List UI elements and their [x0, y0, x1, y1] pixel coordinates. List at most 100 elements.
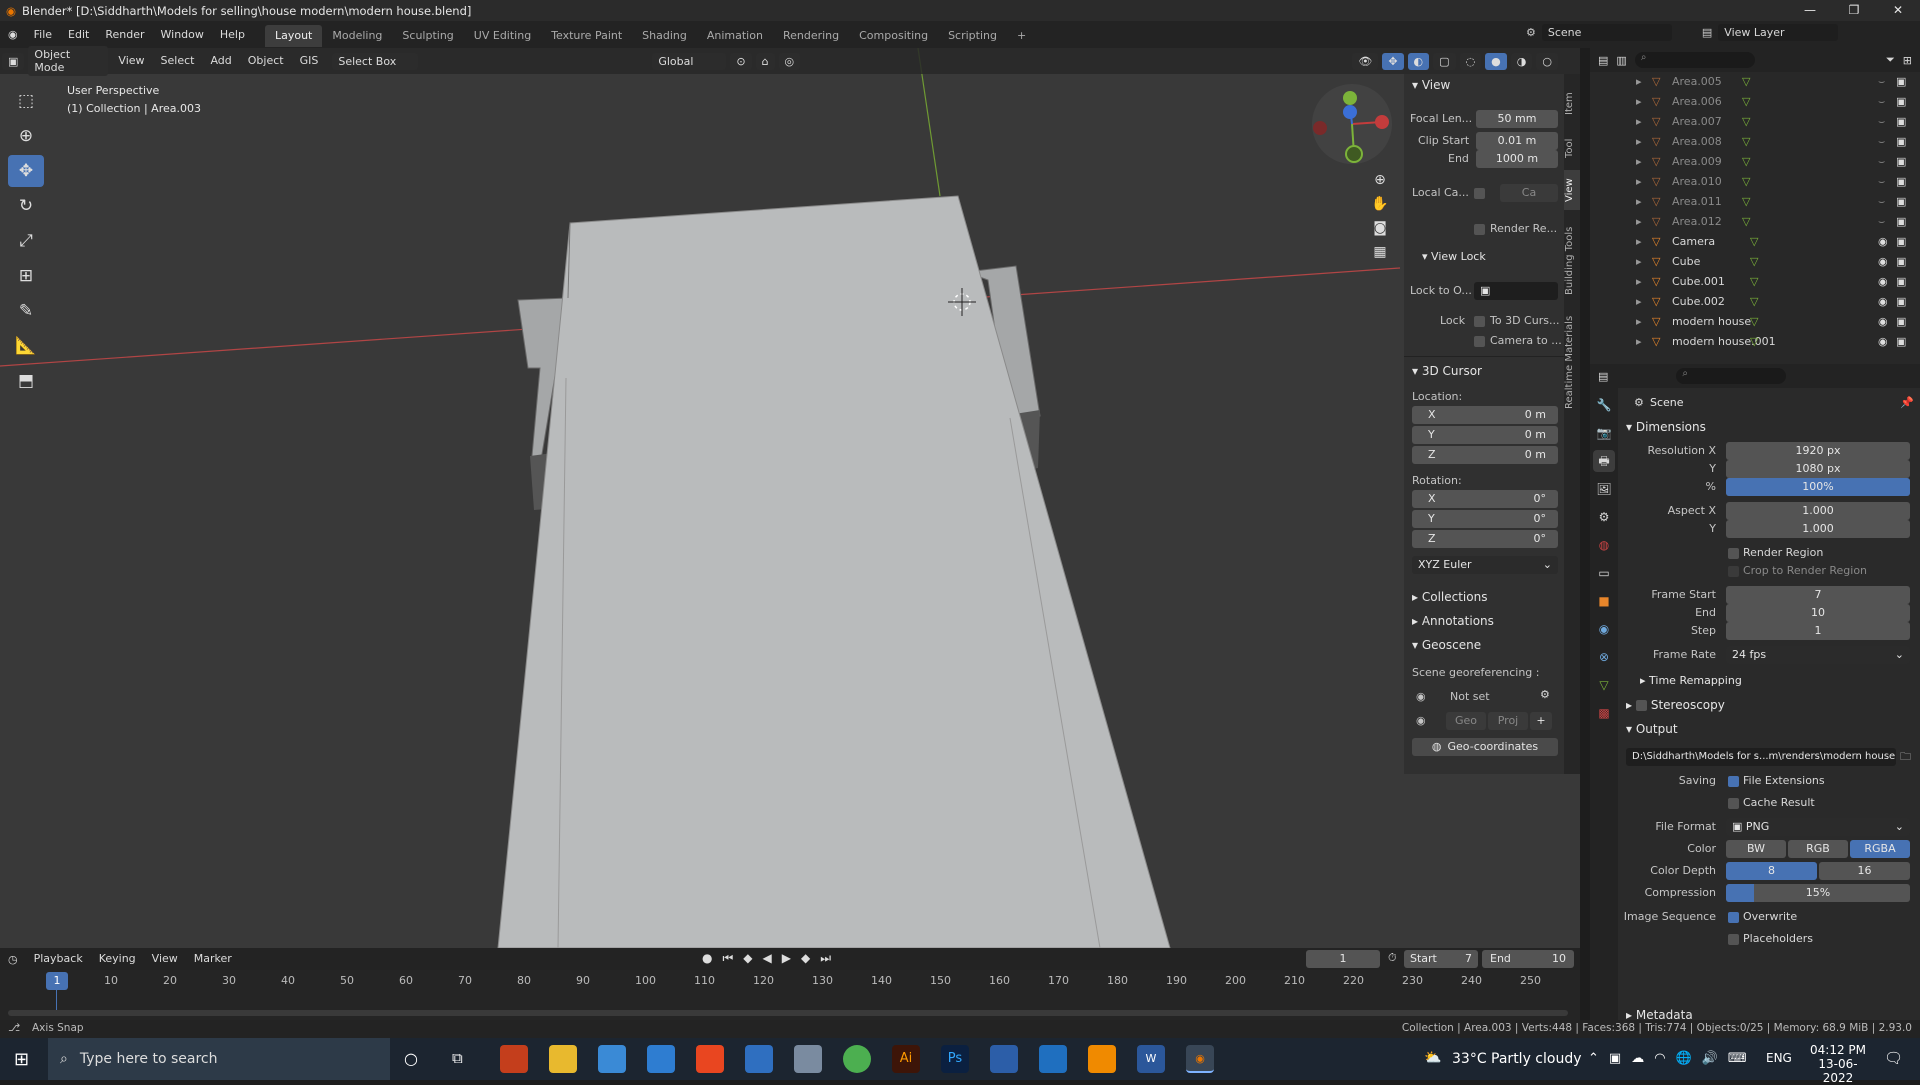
windows-start-icon[interactable]: ⊞	[14, 1049, 29, 1070]
3d-viewport[interactable]: User Perspective (1) Collection | Area.0…	[0, 48, 1580, 948]
render-camera-icon[interactable]: ▣	[1896, 212, 1906, 232]
visibility-eye-icon[interactable]: ⌣	[1878, 172, 1885, 192]
expand-arrow-icon[interactable]: ▸	[1636, 312, 1642, 332]
add-crs-button[interactable]: +	[1530, 712, 1552, 730]
play-icon[interactable]: ▶	[782, 951, 791, 966]
texture-tab-icon[interactable]: ▩	[1593, 702, 1615, 724]
clip-end-field[interactable]: 1000 m	[1476, 150, 1558, 168]
frame-rate-select[interactable]: 24 fps ⌄	[1726, 646, 1910, 664]
clip-start-field[interactable]: 0.01 m	[1476, 132, 1558, 150]
render-properties-tab-icon[interactable]: 📷	[1593, 422, 1615, 444]
photoshop-icon[interactable]: Ps	[941, 1045, 969, 1073]
cursor-rot-z-field[interactable]: Z 0°	[1412, 530, 1558, 548]
app-icon[interactable]	[745, 1045, 773, 1073]
app-2-icon[interactable]	[794, 1045, 822, 1073]
notifications-icon[interactable]: 🗨	[1884, 1049, 1903, 1067]
cursor-tool-icon[interactable]: ⊕	[8, 120, 44, 152]
resolution-percent-slider[interactable]: 100%	[1726, 478, 1910, 496]
viewport-menu-add[interactable]: Add	[202, 48, 239, 74]
word-icon[interactable]: W	[1137, 1045, 1165, 1073]
visibility-eye-icon[interactable]: ⌣	[1878, 152, 1885, 172]
scale-tool-icon[interactable]: ⤢	[8, 225, 44, 257]
outliner-row[interactable]: ▸ ▽ Camera ▽ ◉ ▣	[1590, 232, 1920, 252]
render-camera-icon[interactable]: ▣	[1896, 332, 1906, 352]
outliner-row[interactable]: ▸ ▽ Area.008 ▽ ⌣ ▣	[1590, 132, 1920, 152]
pivot-icon[interactable]: ⊙	[730, 52, 752, 70]
wifi-icon[interactable]: ◠	[1654, 1051, 1665, 1066]
frame-start-field[interactable]: 7	[1726, 586, 1910, 604]
output-header[interactable]: ▾ Output	[1626, 722, 1678, 736]
menu-window[interactable]: Window	[153, 21, 212, 48]
outliner-row[interactable]: ▸ ▽ Area.012 ▽ ⌣ ▣	[1590, 212, 1920, 232]
timeline-menu-marker[interactable]: Marker	[186, 948, 240, 970]
overlay-toggle-icon[interactable]: ◐	[1407, 52, 1430, 70]
render-camera-icon[interactable]: ▣	[1896, 292, 1906, 312]
expand-arrow-icon[interactable]: ▸	[1636, 232, 1642, 252]
visibility-eye-icon[interactable]: ⌣	[1878, 212, 1885, 232]
viewport-scene[interactable]	[0, 48, 1580, 948]
color-rgb-button[interactable]: RGB	[1788, 840, 1848, 858]
outliner-row[interactable]: ▸ ▽ Cube.001 ▽ ◉ ▣	[1590, 272, 1920, 292]
resolution-y-field[interactable]: 1080 px	[1726, 460, 1910, 478]
render-camera-icon[interactable]: ▣	[1896, 132, 1906, 152]
dimensions-header[interactable]: ▾ Dimensions	[1626, 420, 1706, 434]
file-extensions-row[interactable]: File Extensions	[1728, 774, 1825, 787]
viewport-menu-view[interactable]: View	[110, 48, 152, 74]
focal-length-field[interactable]: 50 mm	[1476, 110, 1558, 128]
physics-tab-icon[interactable]: ◉	[1593, 618, 1615, 640]
visibility-icon[interactable]: 👁	[1352, 52, 1379, 70]
snap-icon[interactable]: ⌂	[755, 52, 775, 70]
outliner-editor-type-icon[interactable]: ▤	[1598, 54, 1608, 67]
file-format-select[interactable]: ▣ PNG ⌄	[1726, 818, 1910, 836]
crop-region-row[interactable]: Crop to Render Region	[1728, 564, 1867, 577]
view-layer-icon[interactable]: ▤	[1702, 26, 1712, 39]
prev-keyframe-icon[interactable]: ◆	[743, 951, 752, 966]
render-camera-icon[interactable]: ▣	[1896, 152, 1906, 172]
local-camera-field[interactable]: Ca	[1500, 184, 1558, 202]
clock[interactable]: 04:12 PM 13-06-2022	[1808, 1043, 1868, 1085]
local-camera-checkbox[interactable]	[1474, 188, 1485, 199]
material-shading-icon[interactable]: ◑	[1510, 52, 1533, 70]
camera-view-icon[interactable]: ◙	[1373, 220, 1387, 236]
object-tab-icon[interactable]: ■	[1593, 590, 1615, 612]
control-panel-icon[interactable]	[598, 1045, 626, 1073]
overwrite-row[interactable]: Overwrite	[1728, 910, 1797, 923]
jump-end-icon[interactable]: ⏭	[820, 951, 831, 966]
add-workspace-button[interactable]: +	[1007, 25, 1036, 47]
visibility-eye-icon[interactable]: ⌣	[1878, 112, 1885, 132]
render-camera-icon[interactable]: ▣	[1896, 252, 1906, 272]
geo-button[interactable]: Geo	[1446, 712, 1486, 730]
outliner-row[interactable]: ▸ ▽ Cube ▽ ◉ ▣	[1590, 252, 1920, 272]
cursor-loc-y-field[interactable]: Y0 m	[1412, 426, 1558, 444]
geoscene-header[interactable]: ▾ Geoscene	[1404, 634, 1481, 656]
radio-geo-proj[interactable]: ◉	[1416, 714, 1426, 727]
render-camera-icon[interactable]: ▣	[1896, 172, 1906, 192]
cloud-icon[interactable]: ☁	[1631, 1051, 1644, 1066]
tab-sculpting[interactable]: Sculpting	[392, 25, 463, 47]
radio-not-set[interactable]: ◉	[1416, 690, 1426, 703]
current-frame-field[interactable]: 1	[1306, 950, 1380, 968]
cursor-rot-y-field[interactable]: Y 0°	[1412, 510, 1558, 528]
outliner-row[interactable]: ▸ ▽ Area.009 ▽ ⌣ ▣	[1590, 152, 1920, 172]
menu-file[interactable]: File	[26, 21, 60, 48]
expand-arrow-icon[interactable]: ▸	[1636, 272, 1642, 292]
expand-arrow-icon[interactable]: ▸	[1636, 252, 1642, 272]
camera-to-view-checkbox[interactable]	[1474, 336, 1485, 347]
new-collection-icon[interactable]: ⊞	[1903, 54, 1912, 67]
rotation-mode-select[interactable]: XYZ Euler ⌄	[1412, 556, 1558, 574]
tab-modeling[interactable]: Modeling	[322, 25, 392, 47]
timeline-menu-keying[interactable]: Keying	[91, 948, 144, 970]
tab-layout[interactable]: Layout	[264, 25, 323, 47]
outliner-row[interactable]: ▸ ▽ Area.011 ▽ ⌣ ▣	[1590, 192, 1920, 212]
expand-arrow-icon[interactable]: ▸	[1636, 172, 1642, 192]
collection-tab-icon[interactable]: ▭	[1593, 562, 1615, 584]
object-mode-icon[interactable]: ▣	[2, 52, 25, 70]
scene-selector[interactable]: Scene	[1541, 24, 1672, 41]
view-layer-tab-icon[interactable]: 🖼	[1593, 478, 1615, 500]
visibility-eye-icon[interactable]: ◉	[1878, 272, 1888, 292]
collections-header[interactable]: ▸ Collections	[1404, 586, 1487, 608]
tab-compositing[interactable]: Compositing	[849, 25, 938, 47]
tab-uv-editing[interactable]: UV Editing	[464, 25, 541, 47]
time-remapping-header[interactable]: ▸ Time Remapping	[1640, 674, 1742, 687]
scene-tab-icon[interactable]: ⚙	[1593, 506, 1615, 528]
